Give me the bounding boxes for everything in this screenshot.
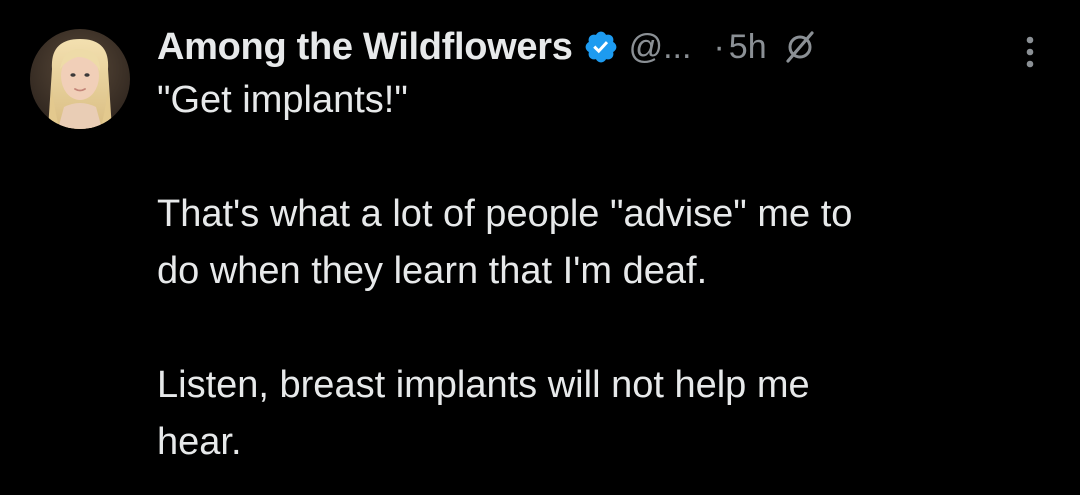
tweet-text-line: "Get implants!" bbox=[157, 79, 408, 121]
tweet-text-line: Listen, breast implants will not help me bbox=[157, 364, 810, 406]
tweet-header: Among the Wildflowers @... · 5h bbox=[157, 18, 817, 76]
tweet-text-line: do when they learn that I'm deaf. bbox=[157, 250, 708, 292]
tweet-text: "Get implants!" That's what a lot of peo… bbox=[157, 72, 1037, 471]
separator-dot: · bbox=[713, 27, 725, 66]
avatar-image bbox=[30, 29, 130, 129]
more-vertical-icon[interactable] bbox=[1020, 32, 1040, 72]
grok-icon[interactable] bbox=[783, 30, 817, 64]
display-name[interactable]: Among the Wildflowers bbox=[157, 26, 573, 69]
timestamp[interactable]: 5h bbox=[729, 28, 767, 67]
user-handle[interactable]: @... bbox=[629, 28, 692, 67]
avatar[interactable] bbox=[30, 29, 130, 129]
verified-badge-icon[interactable] bbox=[583, 29, 619, 65]
tweet-text-line: hear. bbox=[157, 421, 242, 463]
tweet[interactable]: Among the Wildflowers @... · 5h "Get imp… bbox=[0, 0, 1080, 495]
tweet-text-line: That's what a lot of people "advise" me … bbox=[157, 193, 853, 235]
